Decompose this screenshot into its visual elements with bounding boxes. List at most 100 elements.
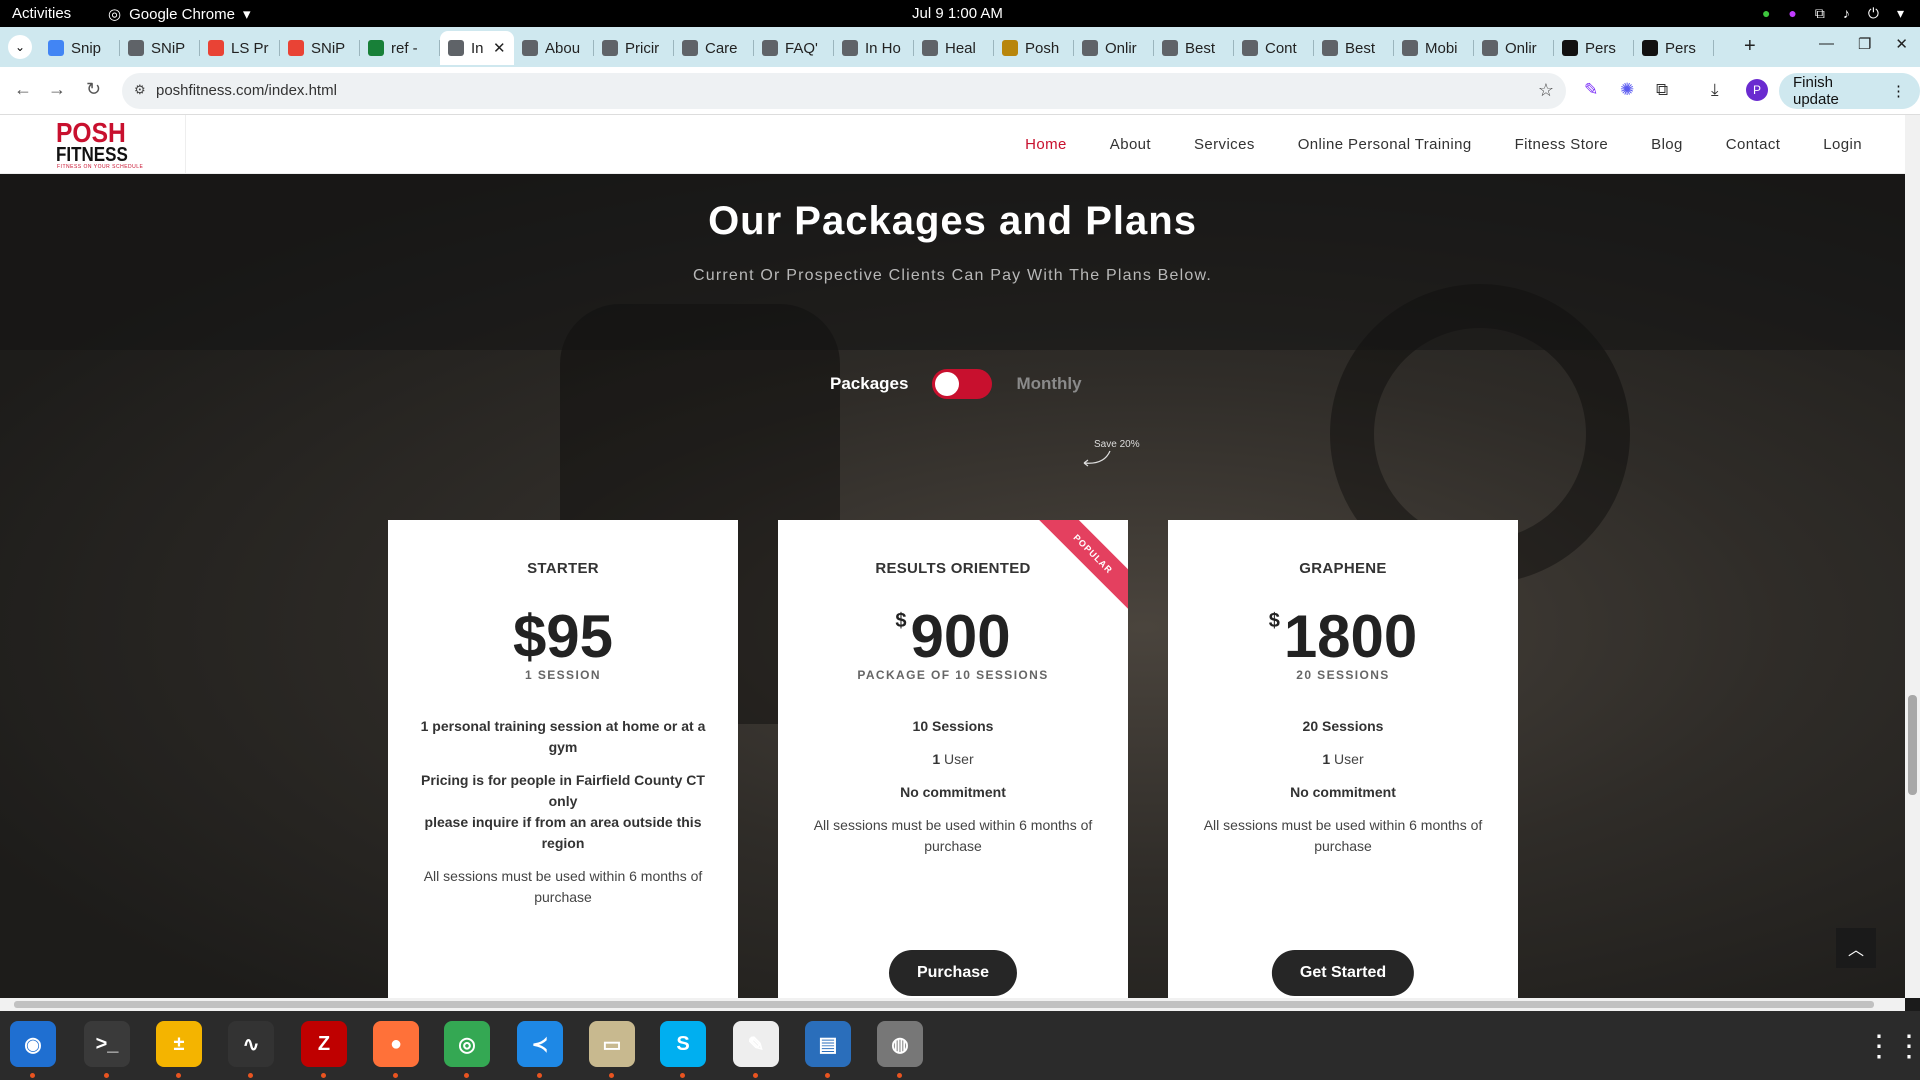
writer-icon[interactable]: ▤ [805,1021,851,1067]
tab-label: Best [1185,39,1216,57]
address-bar[interactable]: ⚙ poshfitness.com/index.html ☆ [122,73,1566,109]
browser-tab[interactable]: Cont [1234,31,1314,65]
window-controls: — ❐ ✕ [1819,35,1908,53]
color-picker-icon[interactable]: ● [1788,3,1796,23]
text-editor-icon[interactable]: ✎ [733,1021,779,1067]
browser-tab[interactable]: In Ho [834,31,914,65]
site-logo[interactable]: POSH FITNESS FITNESS ON YOUR SCHEDULE [0,115,186,174]
tab-label: In [471,39,484,57]
caret-down-icon[interactable]: ▾ [1897,3,1904,23]
toggle-packages-label[interactable]: Packages [830,374,908,394]
billing-switch[interactable] [932,369,993,399]
sparkle-extension-icon[interactable]: ✺ [1620,80,1634,100]
browser-tab[interactable]: Snip [40,31,120,65]
nav-link-blog[interactable]: Blog [1651,136,1683,153]
browser-tab[interactable]: Pricir [594,31,674,65]
plan-feature: No commitment [1193,782,1493,803]
tab-favicon-icon [48,40,64,56]
network-icon[interactable]: ⧉ [1815,3,1825,23]
browser-tab[interactable]: ref - [360,31,440,65]
nav-link-home[interactable]: Home [1025,136,1067,153]
plan-cta-button[interactable]: Purchase [888,950,1018,996]
pen-extension-icon[interactable]: ✎ [1584,80,1598,100]
taskbar-dock: ⋮⋮⋮ ◉ >_ ± ∿ Z ● ◎ ≺ ▭ S ✎ ▤ ◍ [0,1011,1920,1080]
maximize-button[interactable]: ❐ [1858,35,1871,53]
filezilla-icon[interactable]: Z [301,1021,347,1067]
nav-link-services[interactable]: Services [1194,136,1255,153]
browser-tab[interactable]: In ✕ [440,31,514,65]
browser-tab[interactable]: Best [1314,31,1394,65]
tab-favicon-icon [1242,40,1258,56]
volume-icon[interactable]: ♪ [1843,3,1850,23]
nav-link-about[interactable]: About [1110,136,1151,153]
toggle-monthly-label[interactable]: Monthly [1016,374,1081,394]
scroll-to-top-button[interactable]: ︿ [1836,928,1876,968]
tab-strip: ⌄ Snip SNiP LS Pr SNiP ref - In ✕ Abou Pricir Car… [0,27,1920,67]
site-info-icon[interactable]: ⚙ [134,82,146,98]
clock[interactable]: Jul 9 1:00 AM [912,5,1003,22]
tab-search-button[interactable]: ⌄ [8,35,32,59]
browser-tab[interactable]: Onlir [1474,31,1554,65]
chrome-icon[interactable]: ◎ [444,1021,490,1067]
tab-favicon-icon [368,40,384,56]
url-text[interactable]: poshfitness.com/index.html [156,82,337,99]
running-indicator [321,1073,326,1078]
nav-link-login[interactable]: Login [1823,136,1862,153]
nav-link-online-personal-training[interactable]: Online Personal Training [1298,136,1472,153]
browser-tab[interactable]: Best [1154,31,1234,65]
back-button[interactable]: ← [14,79,32,100]
plan-card: POPULAR RESULTS ORIENTED $900 PACKAGE OF 10… [778,520,1128,998]
browser-tab[interactable]: Mobi [1394,31,1474,65]
download-icon[interactable]: ⤓ [1711,80,1719,100]
browser-tab[interactable]: SNiP [120,31,200,65]
new-tab-button[interactable]: + [1744,35,1756,58]
horizontal-scrollbar[interactable] [0,998,1905,1011]
browser-tab[interactable]: Abou [514,31,594,65]
bookmark-star-icon[interactable]: ☆ [1538,80,1554,101]
browser-tab[interactable]: Pers [1554,31,1634,65]
files-icon[interactable]: ▭ [589,1021,635,1067]
vertical-scroll-thumb[interactable] [1908,695,1917,795]
update-icon[interactable]: ● [1762,3,1770,23]
calculator-icon[interactable]: ± [156,1021,202,1067]
puzzle-extensions-icon[interactable]: ⧉ [1656,80,1668,100]
nav-link-fitness-store[interactable]: Fitness Store [1515,136,1609,153]
profile-avatar[interactable]: P [1746,79,1768,101]
reload-button[interactable]: ↻ [86,79,101,100]
browser-tab[interactable]: LS Pr [200,31,280,65]
system-monitor-icon[interactable]: ∿ [228,1021,274,1067]
vertical-scrollbar[interactable] [1905,115,1920,998]
forward-button[interactable]: → [48,79,66,100]
browser-tab[interactable]: Pers [1634,31,1714,65]
horizontal-scroll-thumb[interactable] [14,1001,1874,1008]
activities-button[interactable]: Activities [12,5,71,22]
browser-tab[interactable]: Onlir [1074,31,1154,65]
app-menu[interactable]: ◎ Google Chrome ▾ [108,5,251,24]
thunderbird-icon[interactable]: ◉ [10,1021,56,1067]
system-tray[interactable]: ● ● ⧉ ♪ ⏻ ▾ [1762,3,1904,23]
show-apps-icon[interactable]: ⋮⋮⋮ [1864,1029,1920,1064]
minimize-button[interactable]: — [1819,35,1834,53]
tab-label: Best [1345,39,1376,57]
plan-feature: All sessions must be used within 6 month… [803,815,1103,857]
nav-link-contact[interactable]: Contact [1726,136,1781,153]
curved-arrow-icon [1083,450,1111,467]
skype-icon[interactable]: S [660,1021,706,1067]
finish-update-button[interactable]: Finish update ⋮ [1779,73,1920,109]
close-window-button[interactable]: ✕ [1895,35,1908,53]
browser-tab[interactable]: Posh [994,31,1074,65]
firefox-icon[interactable]: ● [373,1021,419,1067]
feature-text: User [940,751,974,767]
browser-tab[interactable]: SNiP [280,31,360,65]
close-tab-icon[interactable]: ✕ [493,39,506,57]
browser-tab[interactable]: Heal [914,31,994,65]
plan-cta-button[interactable]: Get Started [1271,950,1415,996]
tab-favicon-icon [1082,40,1098,56]
vscode-icon[interactable]: ≺ [517,1021,563,1067]
browser-tab[interactable]: Care [674,31,754,65]
disk-icon[interactable]: ◍ [877,1021,923,1067]
tab-favicon-icon [128,40,144,56]
browser-tab[interactable]: FAQ' [754,31,834,65]
terminal-icon[interactable]: >_ [84,1021,130,1067]
power-icon[interactable]: ⏻ [1868,3,1879,23]
